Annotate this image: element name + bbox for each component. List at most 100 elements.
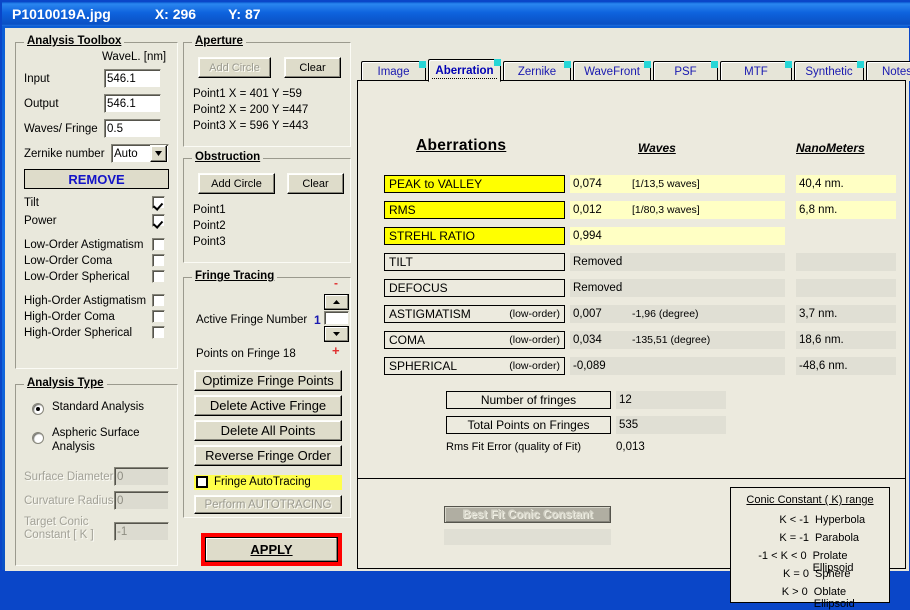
fringe-tracing-group: Fringe Tracing Active Fringe Number 1 - …: [183, 270, 351, 518]
tab-strip: Image Aberration Zernike WaveFront PSF M…: [357, 59, 910, 82]
tab-label-synthetic: Synthetic: [805, 65, 853, 78]
aberration-value: Removed: [573, 256, 623, 268]
aperture-group: Aperture Add Circle Clear Point1 X = 401…: [183, 35, 351, 147]
apply-button[interactable]: APPLY: [205, 537, 338, 562]
optimize-fringe-points-button[interactable]: Optimize Fringe Points: [194, 370, 342, 391]
aberration-name: SPHERICAL: [389, 359, 458, 373]
table-row-name: RMS: [384, 201, 565, 219]
obstruction-group: Obstruction Add Circle Clear Point1 Poin…: [183, 151, 351, 263]
table-row-nm: 18,6 nm.: [796, 331, 896, 349]
aberration-name: PEAK to VALLEY: [389, 177, 483, 191]
conic-range-row: K < -1 Hyperbola: [731, 514, 889, 526]
checkbox-power[interactable]: [152, 214, 165, 227]
tab-host: Image Aberration Zernike WaveFront PSF M…: [357, 59, 910, 610]
total-points-on-fringes-label: Total Points on Fringes: [446, 416, 611, 434]
aberration-name: COMA: [389, 333, 425, 347]
aberration-value: 0,074: [573, 178, 602, 190]
curvature-radius-field[interactable]: 0: [114, 491, 169, 510]
aberration-value: 0,034: [573, 334, 602, 346]
checkbox-high-order-astigmatism[interactable]: [152, 294, 165, 307]
best-fit-conic-constant-value: [444, 529, 611, 545]
tab-mtf[interactable]: MTF: [720, 61, 792, 81]
checkbox-high-order-coma[interactable]: [152, 310, 165, 323]
total-points-on-fringes-value: 535: [616, 416, 726, 434]
spinner-down-button[interactable]: [324, 326, 349, 342]
triangle-up-icon: [333, 300, 340, 304]
radio-aspheric-surface-analysis[interactable]: [32, 432, 44, 444]
checkbox-low-order-coma[interactable]: [152, 254, 165, 267]
conic-k-value: K = -1: [779, 532, 809, 544]
aberration-value: 0,994: [573, 230, 602, 242]
table-row-name: TILT: [384, 253, 565, 271]
table-row-name: ASTIGMATISM (low-order): [384, 305, 565, 323]
tab-aberration[interactable]: Aberration: [428, 59, 501, 82]
checkbox-tilt[interactable]: [152, 196, 165, 209]
checkbox-label-low-order-astigmatism: Low-Order Astigmatism: [24, 239, 144, 251]
zernike-number-label: Zernike number: [24, 148, 105, 160]
conic-k-value: K = 0: [783, 568, 809, 580]
aberration-name: ASTIGMATISM: [389, 307, 471, 321]
output-wavelength-field[interactable]: 546.1: [104, 94, 161, 113]
input-wavelength-field[interactable]: 546.1: [104, 69, 161, 88]
aberration-name: STREHL RATIO: [389, 229, 476, 243]
table-row-value: Removed: [570, 253, 785, 271]
best-fit-conic-constant-button[interactable]: Best Fit Conic Constant: [444, 506, 611, 523]
tab-psf[interactable]: PSF: [653, 61, 718, 81]
reverse-fringe-order-button[interactable]: Reverse Fringe Order: [194, 445, 342, 466]
active-fringe-input[interactable]: [324, 311, 349, 325]
spinner-up-button[interactable]: [324, 294, 349, 310]
aperture-add-circle-button[interactable]: Add Circle: [198, 57, 271, 78]
remove-button[interactable]: REMOVE: [24, 169, 169, 189]
radio-standard-analysis[interactable]: [32, 403, 44, 415]
chevron-down-icon[interactable]: [150, 145, 167, 162]
triangle-down-icon: [333, 332, 340, 336]
tab-synthetic[interactable]: Synthetic: [794, 61, 864, 81]
tab-corner-icon: [857, 61, 864, 68]
aberration-value-secondary: -135,51 (degree): [632, 334, 711, 346]
checkbox-low-order-spherical[interactable]: [152, 270, 165, 283]
wavelength-header: WaveL. [nm]: [102, 51, 167, 63]
zernike-number-value: Auto: [114, 147, 138, 160]
perform-autotracing-button[interactable]: Perform AUTOTRACING: [194, 495, 342, 514]
checkbox-fringe-autotracing[interactable]: [196, 476, 208, 488]
checkbox-low-order-astigmatism[interactable]: [152, 238, 165, 251]
delete-active-fringe-button[interactable]: Delete Active Fringe: [194, 395, 342, 416]
conic-k-value: K < -1: [779, 514, 809, 526]
aperture-clear-button[interactable]: Clear: [284, 57, 341, 78]
minus-icon[interactable]: -: [334, 276, 338, 290]
target-conic-constant-field[interactable]: -1: [114, 522, 169, 541]
aberration-order: (low-order): [509, 334, 560, 346]
aberration-tab-panel: Aberrations Waves NanoMeters PEAK to VAL…: [357, 80, 906, 610]
obstruction-clear-button[interactable]: Clear: [287, 173, 344, 194]
tab-wavefront[interactable]: WaveFront: [573, 61, 651, 81]
waves-per-fringe-field[interactable]: 0.5: [104, 119, 161, 138]
surface-diameter-field[interactable]: 0: [114, 467, 169, 486]
tab-notes[interactable]: Notes: [866, 61, 910, 81]
checkbox-high-order-spherical[interactable]: [152, 326, 165, 339]
aberration-value: Removed: [573, 282, 623, 294]
tab-corner-icon: [711, 61, 718, 68]
tab-corner-icon: [419, 61, 426, 68]
panel-divider: [358, 478, 905, 479]
obstruction-add-circle-button[interactable]: Add Circle: [198, 173, 275, 194]
radio-label-standard-analysis: Standard Analysis: [52, 401, 145, 413]
fringe-tracing-title: Fringe Tracing: [192, 270, 278, 282]
tab-image[interactable]: Image: [361, 61, 426, 81]
aberration-value: 0,007: [573, 308, 602, 320]
aperture-point-2: Point2 X = 200 Y =447: [193, 104, 309, 116]
aberration-value-secondary: [1/13,5 waves]: [632, 178, 700, 190]
aberration-value-secondary: [1/80,3 waves]: [632, 204, 700, 216]
tab-zernike[interactable]: Zernike: [503, 61, 571, 81]
table-row-value: 0,994: [570, 227, 785, 245]
table-row-nm: 40,4 nm.: [796, 175, 896, 193]
aberration-name: RMS: [389, 203, 416, 217]
checkbox-label-low-order-spherical: Low-Order Spherical: [24, 271, 130, 283]
table-row-value: 0,074 [1/13,5 waves]: [570, 175, 785, 193]
column-header-waves: Waves: [638, 141, 676, 155]
tab-corner-icon: [785, 61, 792, 68]
delete-all-points-button[interactable]: Delete All Points: [194, 420, 342, 441]
table-row-value: -0,089: [570, 357, 785, 375]
radio-label-aspheric-surface-analysis: Aspheric Surface Analysis: [52, 427, 140, 453]
plus-icon[interactable]: +: [332, 343, 340, 358]
table-row-nm: [796, 253, 896, 271]
